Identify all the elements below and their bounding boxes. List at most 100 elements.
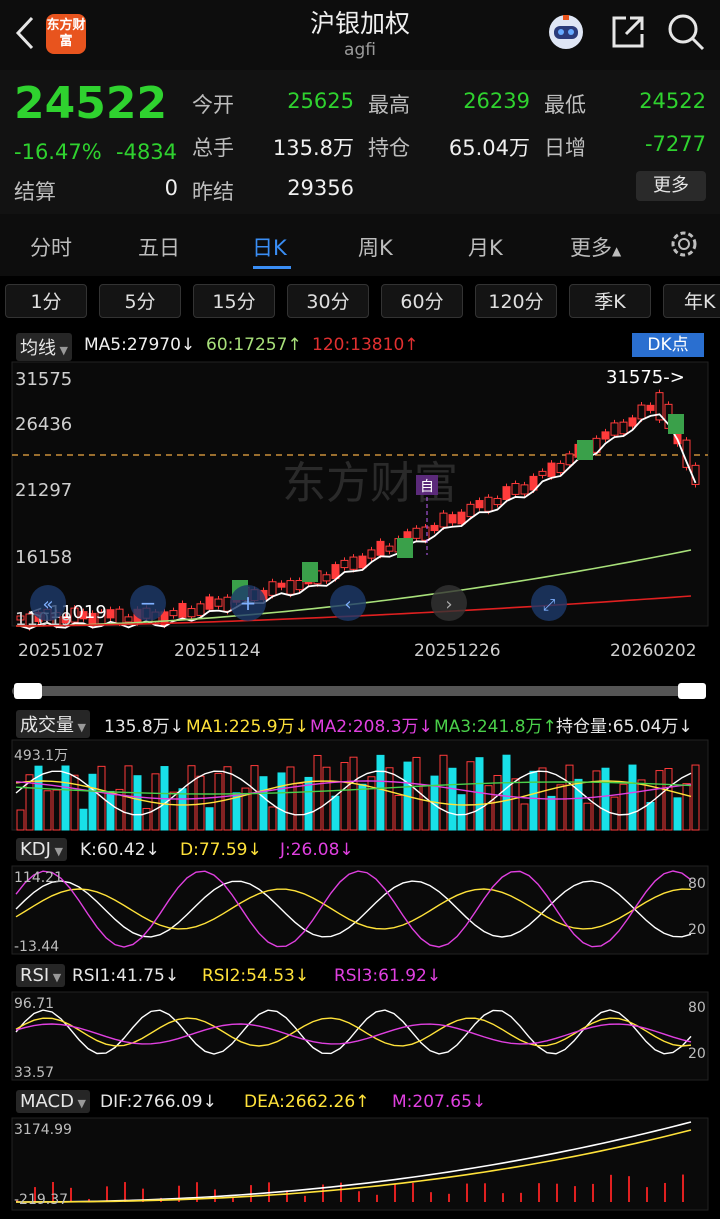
macd-bar (574, 1186, 576, 1202)
tab-weekly-k[interactable]: 周K (358, 232, 393, 262)
tab-more[interactable]: 更多▲ (570, 232, 621, 262)
volume-bar (331, 795, 340, 831)
svg-text:›: › (445, 594, 452, 615)
macd-bar (376, 1194, 378, 1202)
macd-selector-label: MACD (20, 1091, 74, 1112)
range-handle-right[interactable] (678, 683, 706, 699)
volume-bar (574, 778, 583, 831)
volume-selector[interactable]: 成交量 ▼ (16, 710, 90, 738)
candle-body (439, 512, 448, 528)
dropdown-icon: ▼ (56, 344, 68, 357)
volume-bar (61, 765, 70, 831)
candlestick-chart[interactable]: 东方财富 31575 26436 21297 16158 11019 31575… (0, 360, 720, 682)
vol-ma2: MA2:208.3万↓ (310, 717, 433, 737)
period-60min[interactable]: 60分 (381, 284, 463, 318)
candle-body (646, 404, 655, 411)
candle-body (628, 417, 637, 427)
candle-body (367, 549, 376, 559)
rsi-chart[interactable]: 96.71 33.57 80 20 (0, 990, 720, 1082)
period-30min[interactable]: 30分 (287, 284, 369, 318)
rsi3-value: RSI3:61.92↓ (334, 966, 442, 986)
period-5min[interactable]: 5分 (99, 284, 181, 318)
kdj-j: J:26.08↓ (280, 840, 354, 860)
settings-gear-icon[interactable] (668, 228, 700, 260)
volume-bar (79, 808, 88, 831)
scroll-left-fast-icon[interactable]: « (30, 585, 66, 621)
candle-body (637, 404, 646, 420)
volume-bar (547, 795, 556, 831)
rsi-level-20: 20 (688, 1046, 706, 1062)
candle-body (412, 527, 421, 539)
kdj-selector[interactable]: KDJ ▼ (16, 838, 67, 861)
macd-bar (502, 1193, 504, 1202)
macd-bar (448, 1193, 450, 1202)
scroll-left-icon[interactable]: ‹ (330, 585, 366, 621)
price-tick-1: 31575 (15, 369, 72, 390)
range-slider-track[interactable] (12, 686, 706, 696)
period-15min[interactable]: 15分 (193, 284, 275, 318)
macd-dea: DEA:2662.26↑ (244, 1092, 370, 1112)
low-value: 24522 (639, 89, 706, 113)
vol-ma1: MA1:225.9万↓ (186, 717, 309, 737)
settle-value: 0 (164, 176, 178, 200)
macd-bar (358, 1191, 360, 1202)
candle-body (511, 483, 520, 495)
volume-bar (277, 772, 286, 831)
candle-body (106, 609, 115, 619)
share-icon[interactable] (608, 12, 648, 52)
rsi-selector[interactable]: RSI ▼ (16, 964, 66, 987)
macd-bar (538, 1183, 540, 1202)
zoom-out-icon[interactable]: − (130, 585, 166, 621)
kdj-chart[interactable]: 114.21 -13.44 80 20 (0, 864, 720, 956)
volume-bar (646, 801, 655, 831)
period-year-k[interactable]: 年K (663, 284, 720, 318)
macd-bar (664, 1182, 666, 1202)
scroll-right-icon[interactable]: › (431, 585, 467, 621)
kdj-level-20: 20 (688, 922, 706, 938)
volume-selector-label: 成交量 (20, 715, 74, 736)
range-handle-left[interactable] (14, 683, 42, 699)
vol-axis-top: 493.1万 (14, 748, 68, 764)
macd-bar (556, 1183, 558, 1202)
open-label: 今开 (192, 93, 234, 117)
rsi1-value: RSI1:41.75↓ (72, 966, 180, 986)
more-button[interactable]: 更多 (636, 171, 706, 201)
volume-chart[interactable]: 493.1万 (0, 738, 720, 832)
search-icon[interactable] (666, 12, 706, 52)
macd-bar (304, 1195, 306, 1202)
candle-body (466, 503, 475, 518)
candle-body (223, 596, 232, 612)
volume-bar (358, 783, 367, 831)
dk-point-button[interactable]: DK点 (632, 333, 704, 357)
candle-body (214, 598, 223, 607)
change-pct: -16.47% (14, 140, 102, 164)
rsi-axis-top: 96.71 (14, 996, 54, 1012)
macd-selector[interactable]: MACD ▼ (16, 1090, 90, 1113)
macd-chart[interactable]: 3174.99 -219.37 (0, 1116, 720, 1212)
candle-body (520, 484, 529, 495)
tab-daily-k[interactable]: 日K (252, 232, 287, 262)
period-quarter-k[interactable]: 季K (569, 284, 651, 318)
volume-bar (457, 794, 466, 831)
macd-axis-top: 3174.99 (14, 1122, 72, 1138)
high-annotation: 31575-> (606, 367, 685, 388)
tab-monthly-k[interactable]: 月K (468, 232, 503, 262)
date-tick-3: 20251226 (414, 641, 501, 661)
fullscreen-icon[interactable]: ⤢ (531, 585, 567, 621)
low-label: 最低 (544, 93, 586, 117)
dropdown-icon: ▼ (73, 1097, 86, 1110)
tab-intraday[interactable]: 分时 (30, 232, 72, 262)
period-120min[interactable]: 120分 (475, 284, 557, 318)
last-price: 24522 (14, 78, 168, 129)
date-tick-2: 20251124 (174, 641, 261, 661)
zoom-in-icon[interactable]: + (230, 585, 266, 621)
robot-icon[interactable] (546, 12, 586, 52)
candle-body (340, 559, 349, 569)
period-1min[interactable]: 1分 (5, 284, 87, 318)
rsi2-value: RSI2:54.53↓ (202, 966, 310, 986)
ma-selector[interactable]: 均线 ▼ (16, 333, 72, 361)
ma60-value: 60:17257↑ (206, 335, 302, 355)
self-select-mark: 自 (420, 479, 434, 495)
tab-five-day[interactable]: 五日 (138, 232, 180, 262)
td-nine-mark (577, 440, 593, 460)
